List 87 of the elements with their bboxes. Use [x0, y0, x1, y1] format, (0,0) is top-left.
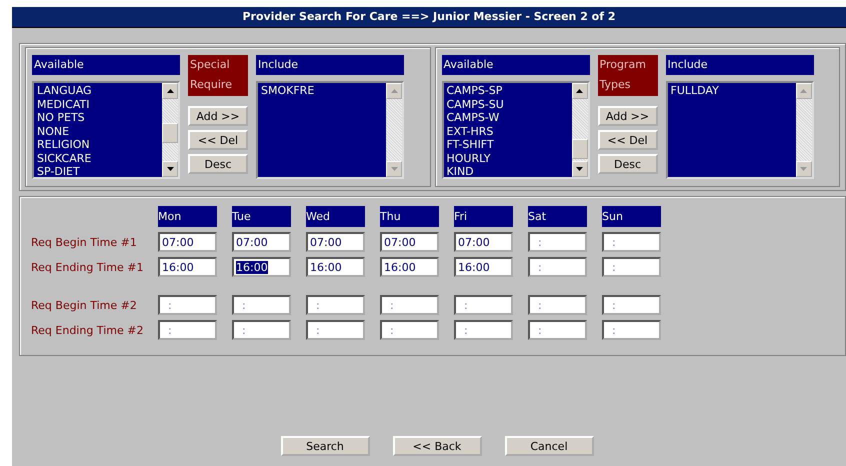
column-header: Available [442, 55, 590, 75]
day-header: Tue [232, 206, 291, 227]
scroll-thumb[interactable] [162, 123, 178, 143]
action-button[interactable]: Cancel [504, 436, 594, 456]
list-item[interactable]: FT-SHIFT [446, 138, 568, 152]
category-label: Program Types [598, 55, 658, 96]
row-label: Req Begin Time #1 [31, 236, 138, 248]
action-button[interactable]: Search [280, 436, 370, 456]
day-header: Sun [602, 206, 661, 227]
time-field[interactable]: : [454, 295, 513, 315]
list-item[interactable]: CAMPS-W [446, 111, 568, 124]
list-item[interactable]: SMOKFRE [261, 84, 383, 98]
time-field[interactable]: 07:00 [380, 232, 439, 252]
list-item[interactable]: SP-DIET [37, 165, 159, 178]
time-field[interactable]: : [158, 295, 217, 315]
day-header: Thu [380, 206, 439, 227]
time-field[interactable]: 07:00 [306, 232, 365, 252]
list-action-button[interactable]: << Del [598, 130, 658, 150]
category-label: Special Require [188, 55, 248, 96]
time-field[interactable]: : [602, 257, 661, 277]
available-list[interactable]: CAMPS-SP CAMPS-SU CAMPS-W EXT-HRS FT-SHIFT HOURLY KIND [442, 81, 590, 179]
scroll-thumb[interactable] [572, 139, 588, 159]
time-field[interactable]: 16:00 [454, 257, 513, 277]
time-field[interactable]: : [158, 320, 217, 340]
list-item[interactable]: NO PETS [37, 111, 159, 124]
action-button[interactable]: << Back [392, 436, 482, 456]
scroll-down-icon[interactable] [162, 161, 178, 177]
list-item[interactable]: SICKCARE [37, 152, 159, 165]
list-item[interactable]: LANGUAG [37, 84, 159, 98]
row-label: Req Ending Time #1 [31, 260, 143, 274]
time-field[interactable]: 07:00 [232, 232, 291, 252]
column-header: Include [256, 55, 404, 75]
time-field[interactable]: : [306, 295, 365, 315]
time-field[interactable]: : [232, 320, 291, 340]
scrollbar[interactable] [162, 83, 178, 177]
time-field[interactable]: : [528, 295, 587, 315]
day-header: Sat [528, 206, 587, 227]
column-header: Include [666, 55, 814, 75]
scroll-up-icon[interactable] [162, 83, 178, 99]
available-list[interactable]: LANGUAG MEDICATI NO PETS NONE RELIGION SICKCARE SP-DIET [32, 81, 180, 179]
day-header: Mon [158, 206, 217, 227]
time-field[interactable]: 16:00 [380, 257, 439, 277]
time-field[interactable]: : [528, 232, 587, 252]
day-header: Wed [306, 206, 365, 227]
time-field[interactable]: : [306, 320, 365, 340]
column-header: Available [32, 55, 180, 75]
time-field[interactable]: : [602, 320, 661, 340]
time-field[interactable]: : [528, 320, 587, 340]
list-item[interactable]: CAMPS-SU [446, 98, 568, 111]
scroll-down-icon[interactable] [572, 161, 588, 177]
list-item[interactable]: CAMPS-SP [446, 84, 568, 98]
scroll-down-icon [796, 161, 812, 177]
list-action-button[interactable]: << Del [188, 130, 248, 150]
time-field[interactable]: 07:00 [454, 232, 513, 252]
scrollbar[interactable] [572, 83, 588, 177]
list-item[interactable]: FULLDAY [670, 84, 792, 98]
include-list[interactable]: SMOKFRE [256, 81, 404, 179]
time-field[interactable]: : [528, 257, 587, 277]
scroll-down-icon [386, 161, 402, 177]
time-field[interactable]: 16:00 [158, 257, 217, 277]
list-item[interactable]: NONE [37, 124, 159, 138]
scroll-up-icon[interactable] [572, 83, 588, 99]
list-item[interactable]: HOURLY [446, 152, 568, 165]
time-field[interactable]: 16:00 [232, 257, 291, 277]
time-field[interactable]: : [602, 295, 661, 315]
list-action-button[interactable]: Add >> [188, 106, 248, 126]
time-field[interactable]: : [380, 295, 439, 315]
window-title: Provider Search For Care ==> Junior Messier - Screen 2 of 2 [12, 7, 846, 28]
list-action-button[interactable]: Desc [598, 154, 658, 174]
list-item[interactable]: RELIGION [37, 138, 159, 152]
time-field[interactable]: 16:00 [306, 257, 365, 277]
row-label: Req Ending Time #2 [31, 324, 143, 336]
list-item[interactable]: MEDICATI [37, 98, 159, 111]
list-action-button[interactable]: Desc [188, 154, 248, 174]
include-list[interactable]: FULLDAY [666, 81, 814, 179]
time-field[interactable]: : [232, 295, 291, 315]
time-field[interactable]: : [602, 232, 661, 252]
time-field[interactable]: 07:00 [158, 232, 217, 252]
day-header: Fri [454, 206, 513, 227]
scroll-up-icon [386, 83, 402, 99]
time-field[interactable]: : [380, 320, 439, 340]
scroll-up-icon [796, 83, 812, 99]
list-item[interactable]: KIND [446, 165, 568, 178]
list-item[interactable]: EXT-HRS [446, 124, 568, 138]
time-field[interactable]: : [454, 320, 513, 340]
row-label: Req Begin Time #2 [31, 298, 138, 312]
list-action-button[interactable]: Add >> [598, 106, 658, 126]
